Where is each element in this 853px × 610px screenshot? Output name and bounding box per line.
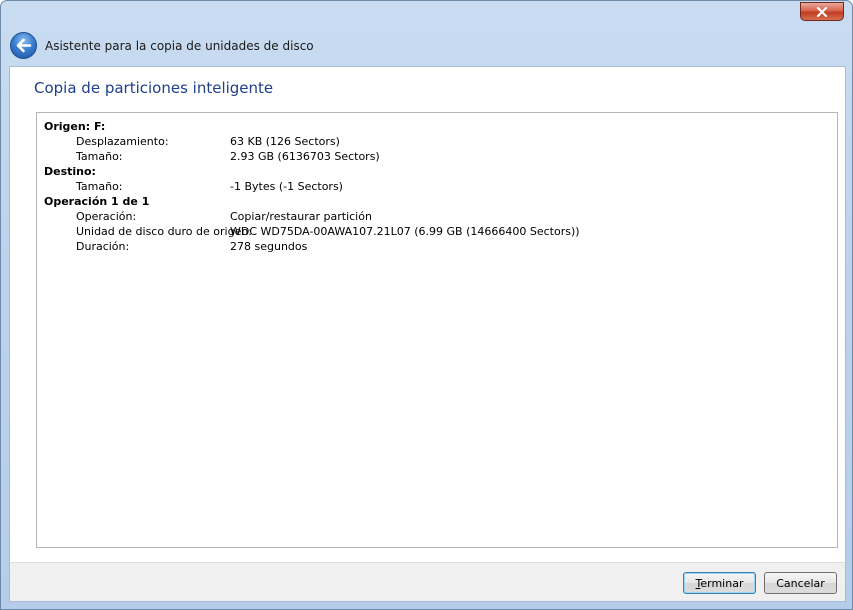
operation-details-box: Origen: F: Desplazamiento: 63 KB (126 Se… [36, 112, 838, 548]
operation-header: Operación 1 de 1 [44, 195, 150, 208]
origin-header: Origen: F: [44, 120, 106, 133]
button-bar: Terminar Cancelar [9, 562, 846, 602]
wizard-window: Asistente para la copia de unidades de d… [0, 0, 853, 610]
destination-size-label: Tamaño: [76, 180, 123, 193]
source-disk-label: Unidad de disco duro de origen: [76, 225, 253, 238]
origin-size-value: 2.93 GB (6136703 Sectors) [230, 150, 380, 163]
close-icon [816, 6, 828, 17]
page-heading: Copia de particiones inteligente [34, 79, 274, 97]
back-button[interactable] [10, 32, 37, 59]
cancel-button[interactable]: Cancelar [764, 572, 837, 594]
origin-offset-label: Desplazamiento: [76, 135, 169, 148]
back-arrow-icon [16, 38, 32, 53]
destination-size-value: -1 Bytes (-1 Sectors) [230, 180, 343, 193]
duration-value: 278 segundos [230, 240, 308, 253]
source-disk-value: WDC WD75DA-00AWA107.21L07 (6.99 GB (1466… [230, 225, 580, 238]
finish-button-label: Terminar [695, 576, 744, 590]
duration-label: Duración: [76, 240, 130, 253]
origin-size-label: Tamaño: [76, 150, 123, 163]
finish-button[interactable]: Terminar [683, 572, 756, 594]
operation-type-value: Copiar/restaurar partición [230, 210, 372, 223]
operation-type-label: Operación: [76, 210, 137, 223]
window-title: Asistente para la copia de unidades de d… [45, 39, 314, 53]
content-panel: Copia de particiones inteligente Origen:… [9, 66, 846, 562]
origin-offset-value: 63 KB (126 Sectors) [230, 135, 340, 148]
destination-header: Destino: [44, 165, 96, 178]
close-button[interactable] [800, 2, 844, 21]
